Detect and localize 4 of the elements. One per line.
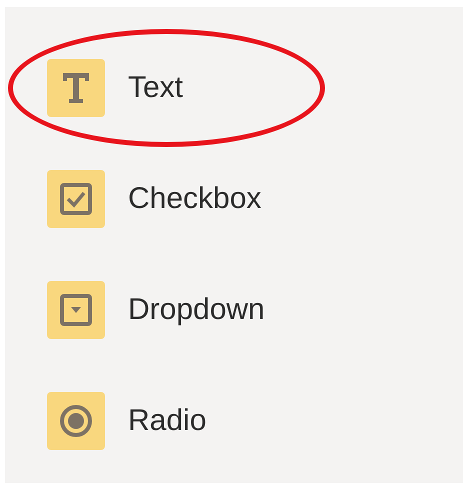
field-type-item[interactable]: Dropdown [128, 292, 265, 326]
field-type-item[interactable]: Text [128, 70, 184, 104]
field-type-item[interactable]: Radio [128, 404, 206, 438]
field-type-item[interactable]: Checkbox [128, 182, 262, 216]
